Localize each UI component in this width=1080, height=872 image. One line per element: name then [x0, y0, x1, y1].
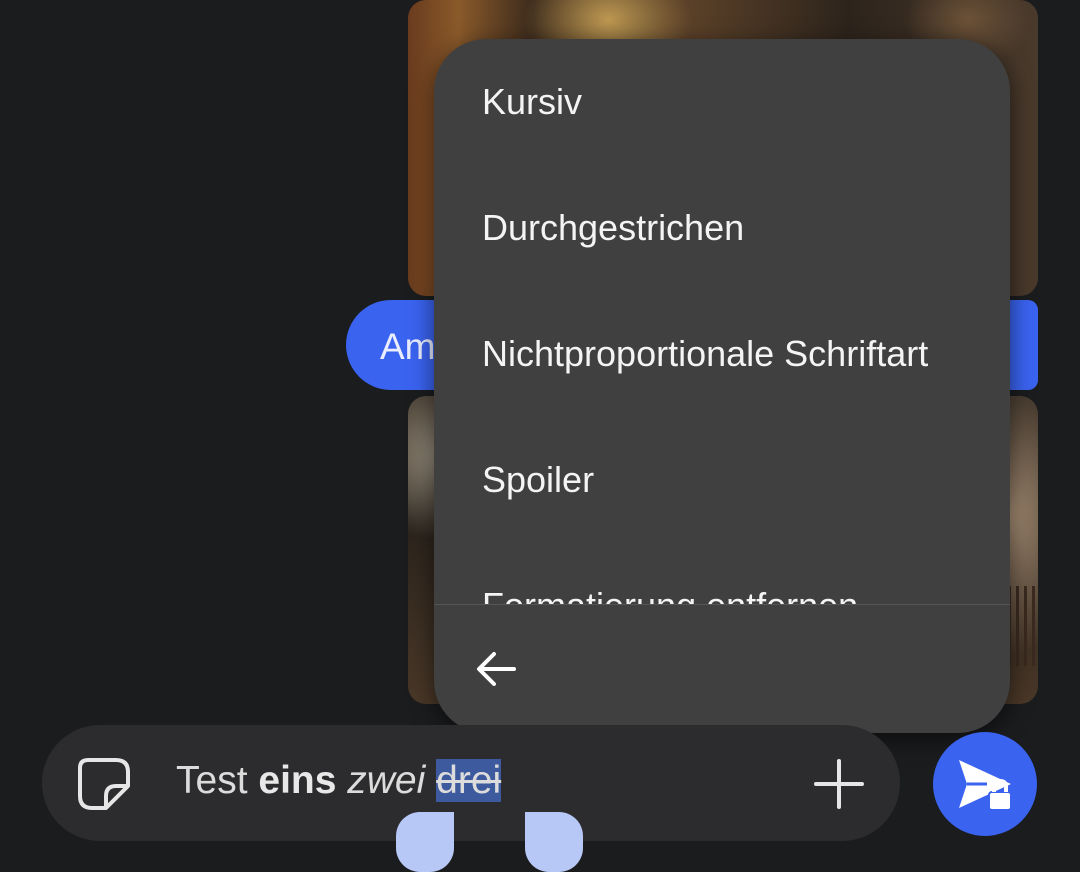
- message-input[interactable]: Test eins zwei drei: [176, 759, 502, 803]
- send-button[interactable]: [933, 732, 1037, 836]
- plus-icon[interactable]: [812, 757, 866, 811]
- selection-handle-start[interactable]: [396, 812, 454, 872]
- menu-item-label: Durchgestrichen: [482, 207, 745, 248]
- menu-item-italic[interactable]: Kursiv: [434, 39, 1010, 165]
- menu-item-monospace[interactable]: Nichtproportionale Schriftart: [434, 291, 1010, 417]
- selection-handle-end[interactable]: [525, 812, 583, 872]
- menu-item-clear-formatting[interactable]: Formatierung entfernen: [434, 543, 1010, 605]
- message-text: Am: [380, 326, 436, 367]
- divider: [434, 604, 1010, 605]
- photo-detail: [1008, 586, 1038, 666]
- input-text-plain: Test: [176, 759, 248, 802]
- input-text-bold: eins: [258, 759, 337, 802]
- message-composer: Test eins zwei drei: [42, 725, 900, 841]
- input-text-selected: drei: [436, 759, 502, 802]
- menu-item-label: Spoiler: [482, 459, 595, 500]
- input-text-italic: zwei: [347, 759, 426, 802]
- menu-item-label: Kursiv: [482, 81, 583, 122]
- text-format-menu: Kursiv Durchgestrichen Nichtproportional…: [434, 39, 1010, 733]
- back-button[interactable]: [464, 637, 528, 701]
- sticker-icon[interactable]: [76, 756, 132, 812]
- menu-item-spoiler[interactable]: Spoiler: [434, 417, 1010, 543]
- arrow-back-icon: [477, 652, 516, 686]
- menu-item-strikethrough[interactable]: Durchgestrichen: [434, 165, 1010, 291]
- menu-item-label: Formatierung entfernen: [482, 585, 858, 605]
- menu-item-label: Nichtproportionale Schriftart: [482, 333, 929, 374]
- send-lock-icon: [959, 760, 1012, 811]
- format-options-list[interactable]: Kursiv Durchgestrichen Nichtproportional…: [434, 39, 1010, 605]
